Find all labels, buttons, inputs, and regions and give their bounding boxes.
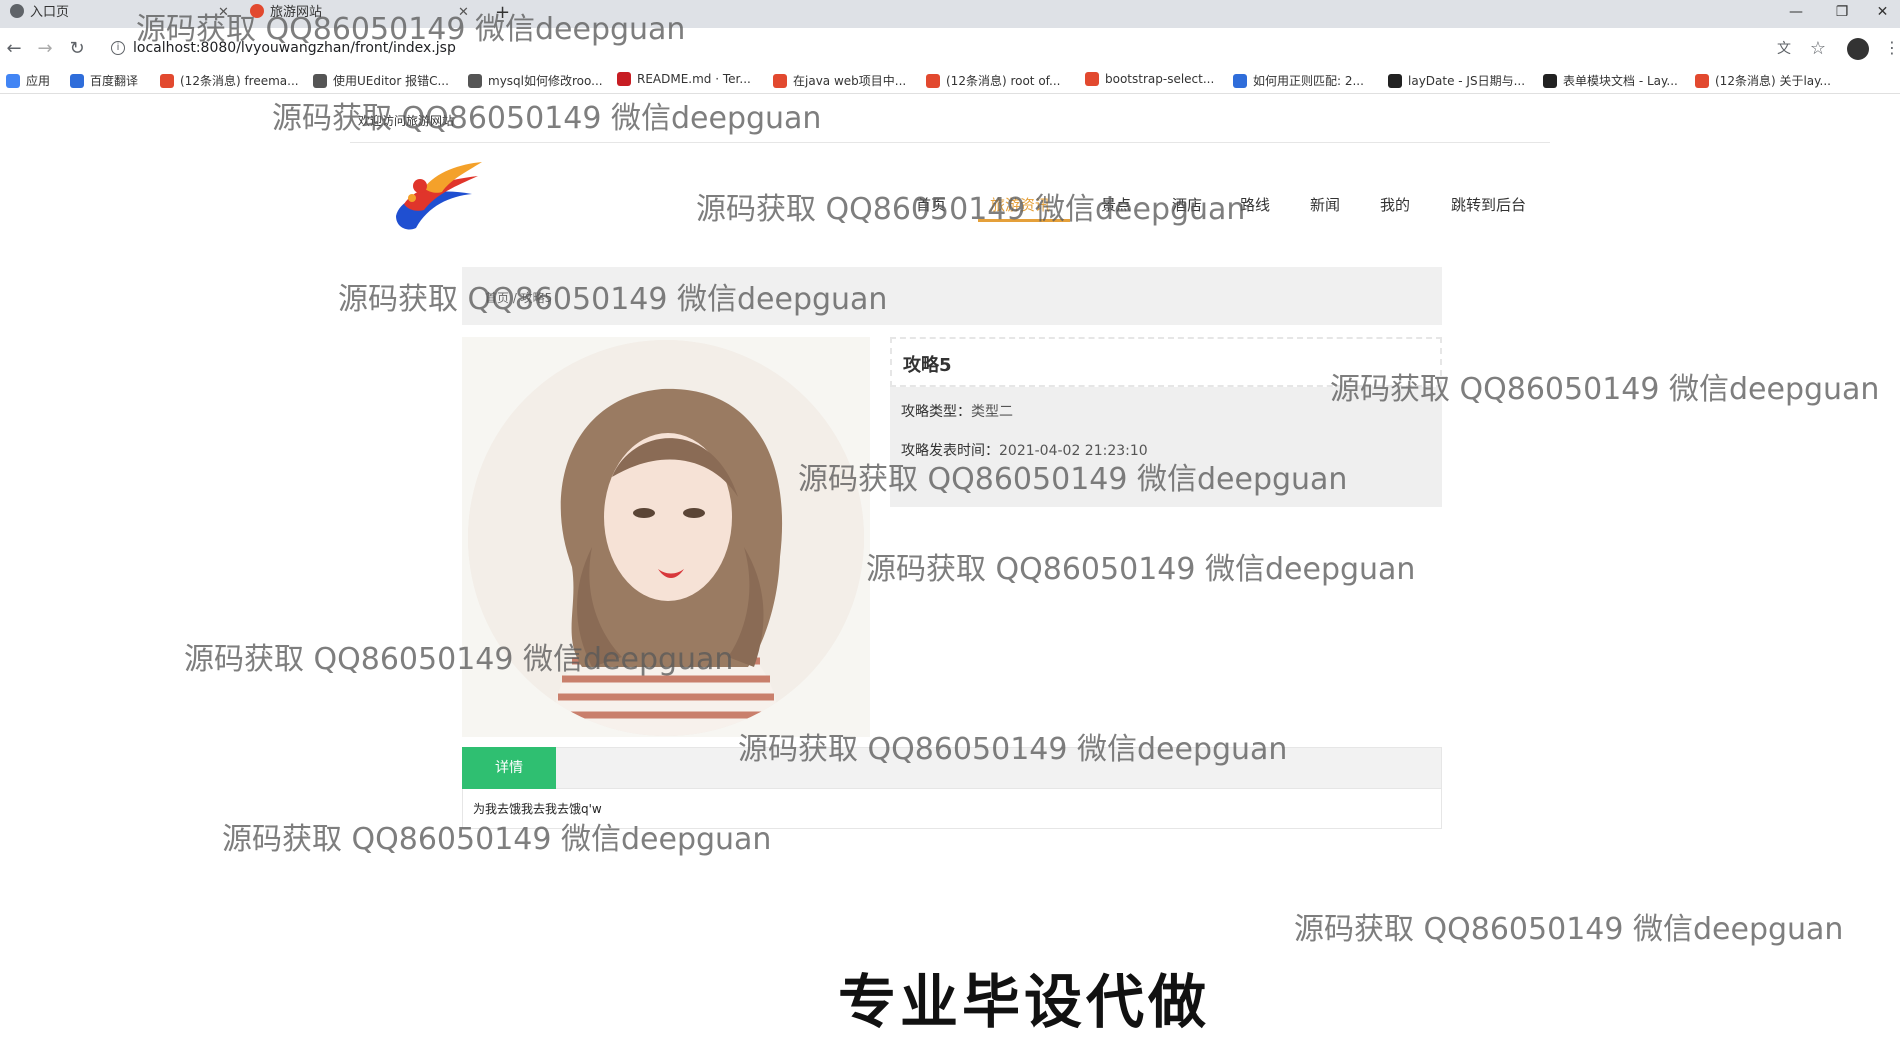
tab-detail[interactable]: 详情 xyxy=(462,747,556,789)
nav-item[interactable]: 景点 xyxy=(1101,194,1131,215)
bookmark-item[interactable]: (12条消息) root of... xyxy=(926,72,1060,89)
bookmark-label: (12条消息) root of... xyxy=(946,74,1061,88)
watermark-text: 源码获取 QQ86050149 微信deepguan xyxy=(866,552,1416,587)
browser-tab-2[interactable]: 旅游网站 ✕ xyxy=(250,0,469,28)
site-favicon-icon xyxy=(250,4,264,18)
breadcrumb: 首页 / 攻略5 xyxy=(485,291,553,305)
bookmark-item[interactable]: layDate - JS日期与... xyxy=(1388,72,1525,89)
bookmark-favicon-icon xyxy=(1085,72,1099,86)
promo-caption: 专业毕设代做 xyxy=(838,968,1211,1036)
bookmark-label: layDate - JS日期与... xyxy=(1408,74,1526,88)
back-arrow-icon[interactable]: ← xyxy=(2,38,26,59)
bookmark-item[interactable]: (12条消息) freema... xyxy=(160,72,299,89)
bookmark-label: 在java web项目中... xyxy=(793,74,907,88)
site-info-icon[interactable]: i xyxy=(111,41,125,55)
bookmark-item[interactable]: 表单模块文档 - Lay... xyxy=(1543,72,1678,89)
bookmark-favicon-icon xyxy=(6,74,20,88)
bookmark-label: 百度翻译 xyxy=(90,74,139,88)
bookmark-label: 表单模块文档 - Lay... xyxy=(1563,74,1678,88)
nav-item[interactable]: 跳转到后台 xyxy=(1451,194,1526,215)
bookmark-label: 如何用正则匹配: 2... xyxy=(1253,74,1364,88)
profile-avatar-icon[interactable] xyxy=(1847,38,1869,60)
nav-item[interactable]: 新闻 xyxy=(1310,194,1340,215)
bookmark-item[interactable]: README.md · Ter... xyxy=(617,72,751,86)
article-type-label: 攻略类型： xyxy=(901,404,971,420)
url-field[interactable]: localhost:8080/lvyouwangzhan/front/index… xyxy=(133,40,456,56)
nav-item[interactable]: 路线 xyxy=(1240,194,1270,215)
translate-icon[interactable]: 文 xyxy=(1772,38,1796,58)
watermark-text: 源码获取 QQ86050149 微信deepguan xyxy=(696,192,1246,227)
bookmark-favicon-icon xyxy=(1695,74,1709,88)
bookmark-label: (12条消息) freema... xyxy=(180,74,299,88)
detail-content-text: 为我去饿我去我去饿q'w xyxy=(473,802,602,816)
bookmark-label: mysql如何修改roo... xyxy=(488,74,603,88)
article-cover-image xyxy=(462,337,870,737)
new-tab-button[interactable]: + xyxy=(495,0,510,28)
article-type-row: 攻略类型：类型二 xyxy=(901,401,1013,421)
browser-tab-1[interactable]: 入口页 ✕ xyxy=(10,0,229,28)
watermark-text: 源码获取 QQ86050149 微信deepguan xyxy=(272,101,822,136)
bookmark-label: (12条消息) 关于lay... xyxy=(1715,74,1831,88)
bookmark-favicon-icon xyxy=(468,74,482,88)
reload-icon[interactable]: ↻ xyxy=(65,38,89,59)
article-time-label: 攻略发表时间： xyxy=(901,443,999,459)
bookmark-favicon-icon xyxy=(70,74,84,88)
bookmark-favicon-icon xyxy=(926,74,940,88)
bookmark-label: bootstrap-select... xyxy=(1105,72,1215,86)
nav-item[interactable]: 我的 xyxy=(1380,194,1410,215)
article-title: 攻略5 xyxy=(903,355,952,376)
menu-dots-icon[interactable]: ⋮ xyxy=(1880,38,1900,57)
restore-button[interactable]: ❐ xyxy=(1819,0,1865,28)
star-icon[interactable]: ☆ xyxy=(1806,38,1830,59)
nav-item[interactable]: 酒店 xyxy=(1172,194,1202,215)
article-type-value: 类型二 xyxy=(971,404,1013,420)
bookmark-favicon-icon xyxy=(1388,74,1402,88)
detail-tab-strip xyxy=(462,747,1442,789)
bookmark-favicon-icon xyxy=(160,74,174,88)
bookmark-item[interactable]: mysql如何修改roo... xyxy=(468,72,603,89)
article-time-value: 2021-04-02 21:23:10 xyxy=(999,443,1148,459)
bookmark-item[interactable]: 应用 xyxy=(6,72,50,89)
nav-item[interactable]: 旅游资讯 xyxy=(990,194,1050,215)
bookmark-item[interactable]: 百度翻译 xyxy=(70,72,138,89)
article-time-row: 攻略发表时间：2021-04-02 21:23:10 xyxy=(901,440,1148,460)
bookmark-favicon-icon xyxy=(313,74,327,88)
bookmark-item[interactable]: 如何用正则匹配: 2... xyxy=(1233,72,1364,89)
minimize-button[interactable]: — xyxy=(1773,0,1819,28)
welcome-text: 欢迎访问旅游网站 xyxy=(358,114,455,128)
forward-arrow-icon[interactable]: → xyxy=(33,38,57,59)
bookmark-label: 使用UEditor 报错C... xyxy=(333,74,449,88)
bookmark-label: README.md · Ter... xyxy=(637,72,751,86)
close-tab-icon[interactable]: ✕ xyxy=(218,0,229,26)
close-window-button[interactable]: ✕ xyxy=(1865,0,1900,28)
bookmark-favicon-icon xyxy=(1233,74,1247,88)
detail-content-box xyxy=(462,789,1442,829)
header-divider xyxy=(350,142,1550,143)
bookmark-label: 应用 xyxy=(26,74,51,88)
bookmark-item[interactable]: (12条消息) 关于lay... xyxy=(1695,72,1831,89)
globe-icon xyxy=(10,4,24,18)
watermark-text: 源码获取 QQ86050149 微信deepguan xyxy=(1294,912,1844,947)
breadcrumb-bar xyxy=(462,267,1442,325)
tab-title: 入口页 xyxy=(30,5,70,20)
bookmark-favicon-icon xyxy=(617,72,631,86)
article-title-box xyxy=(890,337,1442,387)
bookmark-item[interactable]: 在java web项目中... xyxy=(773,72,906,89)
tab-title: 旅游网站 xyxy=(270,5,323,20)
bookmark-favicon-icon xyxy=(1543,74,1557,88)
site-logo[interactable] xyxy=(390,158,486,234)
active-nav-underline xyxy=(978,219,1070,222)
close-tab-icon[interactable]: ✕ xyxy=(458,0,469,26)
bookmark-item[interactable]: bootstrap-select... xyxy=(1085,72,1214,86)
bookmark-favicon-icon xyxy=(773,74,787,88)
bookmark-item[interactable]: 使用UEditor 报错C... xyxy=(313,72,449,89)
nav-item[interactable]: 首页 xyxy=(916,194,946,215)
